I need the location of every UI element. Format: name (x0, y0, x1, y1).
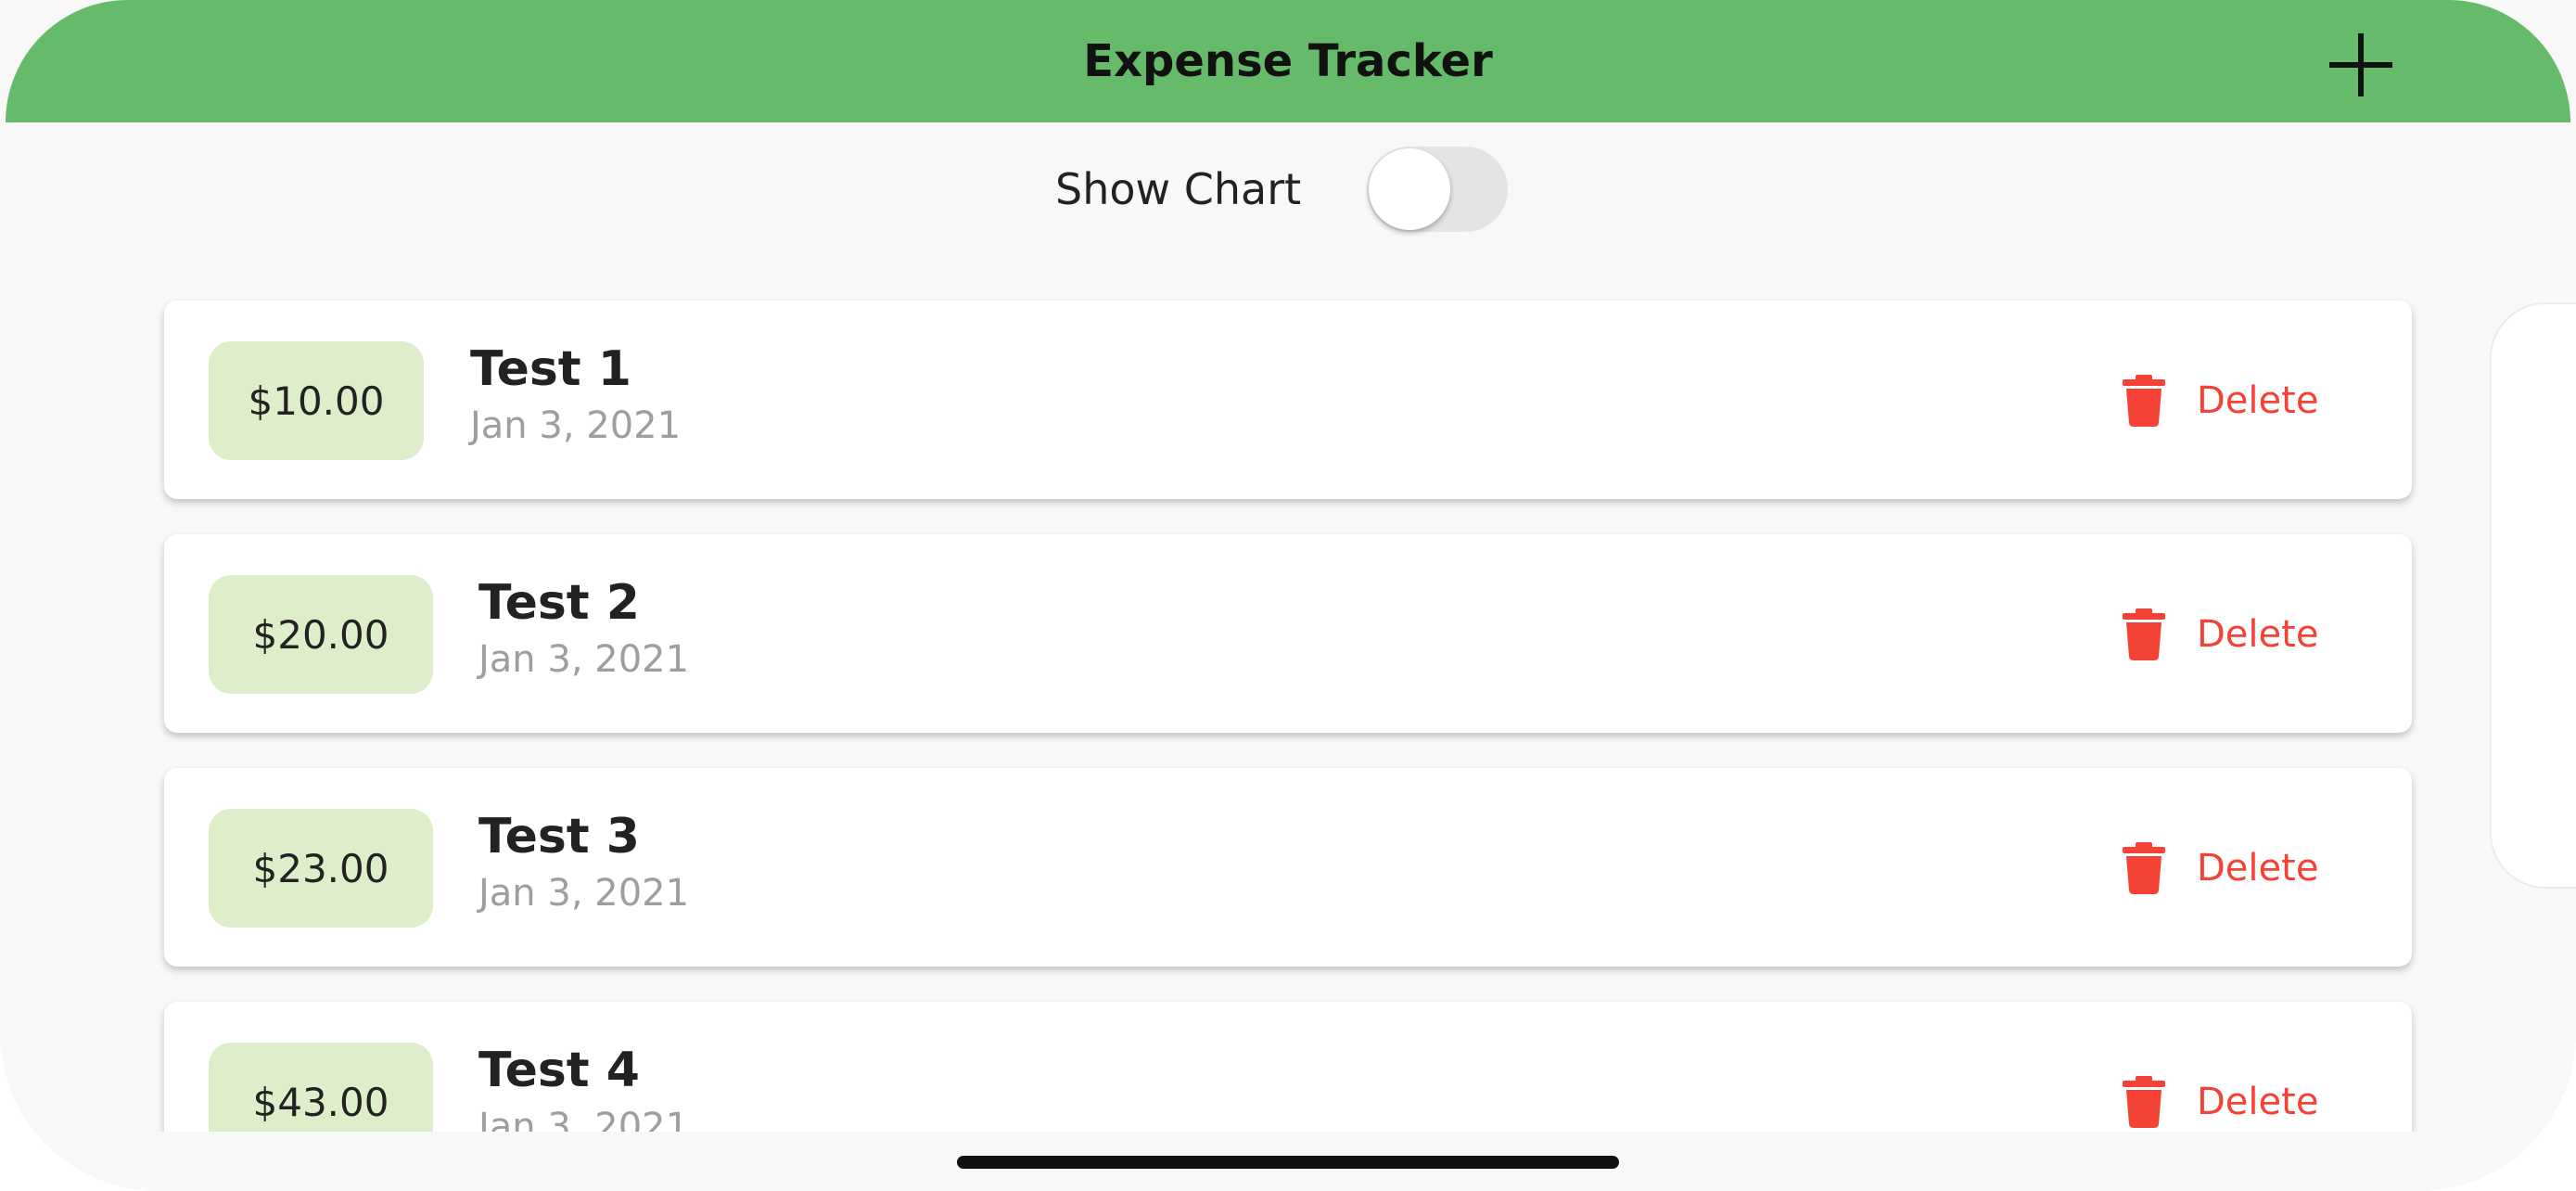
transaction-title: Test 4 (478, 1043, 640, 1098)
amount-text: $43.00 (252, 1079, 389, 1125)
delete-button[interactable]: Delete (2123, 831, 2318, 905)
home-indicator[interactable] (957, 1156, 1619, 1169)
plus-icon (2329, 33, 2392, 96)
amount-badge: $10.00 (209, 341, 424, 460)
switch-knob (1369, 148, 1450, 230)
transaction-title: Test 3 (478, 809, 640, 864)
transaction-title: Test 2 (478, 575, 640, 631)
trash-icon (2123, 842, 2165, 894)
trash-icon (2123, 375, 2165, 427)
amount-text: $23.00 (252, 845, 389, 891)
transaction-card: $10.00 Test 1 Jan 3, 2021 Delete (164, 301, 2412, 499)
delete-label: Delete (2197, 847, 2319, 890)
transaction-card: $23.00 Test 3 Jan 3, 2021 Delete (164, 768, 2412, 967)
delete-button[interactable]: Delete (2123, 597, 2318, 672)
transaction-card: $20.00 Test 2 Jan 3, 2021 Delete (164, 534, 2412, 733)
app-title: Expense Tracker (1083, 35, 1493, 87)
delete-button[interactable]: Delete (2123, 364, 2318, 438)
delete-label: Delete (2197, 379, 2319, 422)
transaction-date: Jan 3, 2021 (470, 404, 682, 447)
delete-label: Delete (2197, 613, 2319, 656)
amount-badge: $43.00 (209, 1043, 433, 1132)
chart-toggle-row: Show Chart (0, 139, 2576, 241)
transaction-title: Test 1 (470, 341, 631, 397)
transaction-date: Jan 3, 2021 (478, 872, 690, 915)
add-transaction-button[interactable] (2324, 28, 2398, 102)
transaction-date: Jan 3, 2021 (478, 1106, 690, 1132)
transaction-card: $43.00 Test 4 Jan 3, 2021 Delete (164, 1002, 2412, 1132)
show-chart-label: Show Chart (1055, 164, 1302, 214)
amount-badge: $20.00 (209, 575, 433, 694)
app-screen: Expense Tracker Show Chart $10.00 Test 1… (0, 0, 2576, 1191)
delete-button[interactable]: Delete (2123, 1065, 2318, 1132)
trash-icon (2123, 608, 2165, 660)
amount-text: $10.00 (248, 378, 385, 424)
show-chart-switch[interactable] (1367, 147, 1508, 232)
app-bar: Expense Tracker (6, 0, 2570, 122)
transaction-list[interactable]: $10.00 Test 1 Jan 3, 2021 Delete $20.00 … (0, 278, 2576, 1132)
amount-text: $20.00 (252, 611, 389, 658)
trash-icon (2123, 1076, 2165, 1128)
amount-badge: $23.00 (209, 809, 433, 928)
delete-label: Delete (2197, 1081, 2319, 1123)
transaction-date: Jan 3, 2021 (478, 638, 690, 681)
